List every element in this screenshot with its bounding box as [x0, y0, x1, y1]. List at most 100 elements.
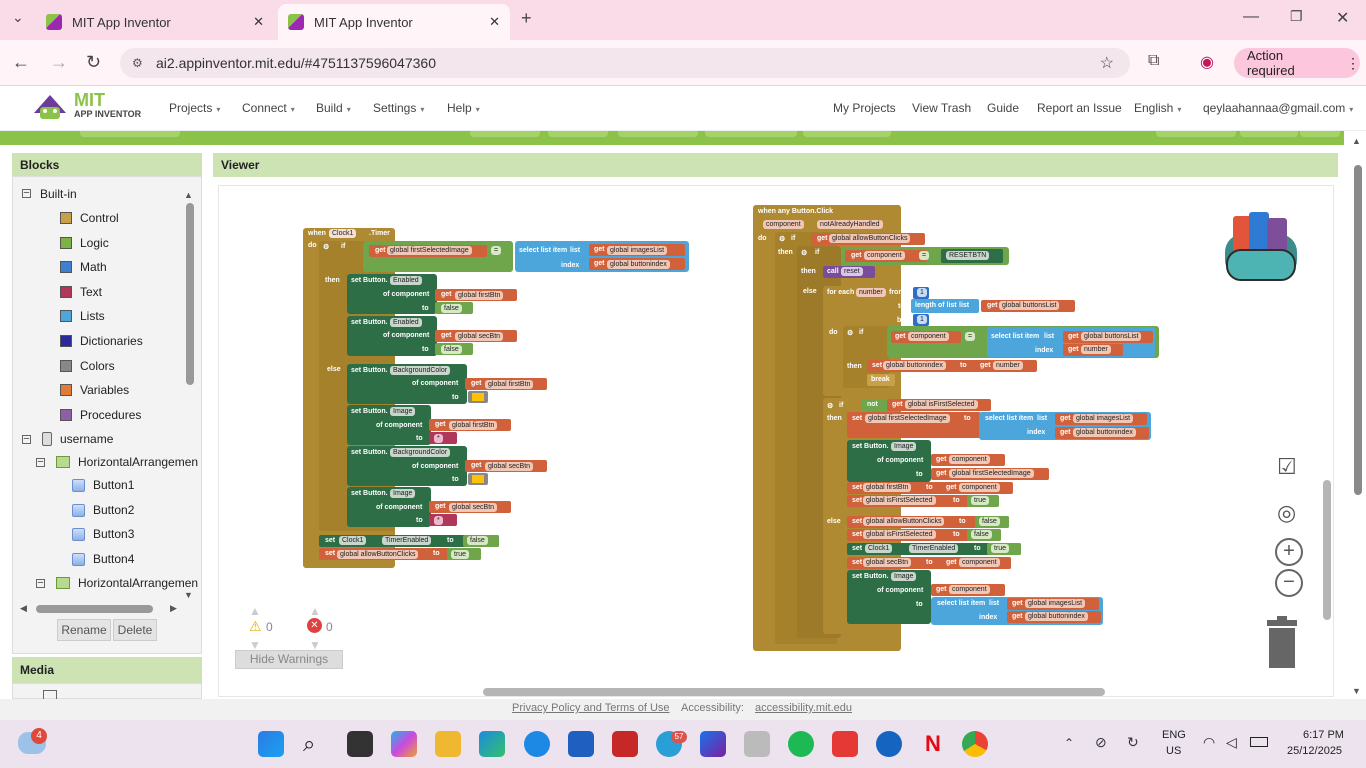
link-report-issue[interactable]: Report an Issue — [1037, 101, 1122, 115]
drawer-colors[interactable]: Colors — [60, 359, 115, 373]
forward-icon[interactable]: → — [50, 52, 68, 73]
toolbar-tab[interactable] — [470, 131, 540, 137]
language-us[interactable]: US — [1166, 745, 1181, 757]
color-block[interactable] — [468, 473, 488, 485]
tree-button3[interactable]: Button3 — [72, 527, 134, 541]
drawer-procedures[interactable]: Procedures — [60, 408, 141, 422]
close-tab-icon[interactable]: ✕ — [253, 14, 264, 30]
close-window-icon[interactable]: ✕ — [1336, 8, 1349, 28]
menu-help[interactable]: Help ▾ — [447, 101, 480, 115]
page-scroll-up-icon[interactable]: ▲ — [1352, 136, 1361, 146]
wifi-icon[interactable]: ◠ — [1203, 734, 1215, 751]
reload-icon[interactable]: ↻ — [86, 52, 101, 73]
bookmark-star-icon[interactable]: ☆ — [1100, 53, 1114, 73]
zoom-in-icon[interactable]: + — [1275, 538, 1303, 566]
drawer-dictionaries[interactable]: Dictionaries — [60, 334, 143, 348]
wps-office-icon[interactable] — [832, 731, 858, 757]
spotify-icon[interactable] — [788, 731, 814, 757]
tab-1[interactable]: MIT App Inventor ✕ — [36, 4, 274, 40]
battery-icon[interactable] — [1250, 737, 1268, 747]
network-off-icon[interactable]: ⊘ — [1095, 734, 1107, 751]
toolbar-tab[interactable] — [705, 131, 797, 137]
backpack-icon[interactable] — [1219, 206, 1303, 284]
error-prev-icon[interactable]: ▲ — [309, 604, 321, 618]
start-windows-icon[interactable] — [258, 731, 284, 757]
toolbar-tab[interactable] — [1156, 131, 1236, 137]
language-eng[interactable]: ENG — [1162, 729, 1186, 741]
url-bar[interactable]: ⚙ ai2.appinventor.mit.edu/#4751137596047… — [120, 48, 1130, 78]
copilot-icon[interactable] — [391, 731, 417, 757]
hide-warnings-button[interactable]: Hide Warnings — [235, 650, 343, 669]
zoom-out-icon[interactable]: − — [1275, 569, 1303, 597]
back-icon[interactable]: ← — [12, 52, 30, 73]
drawer-control[interactable]: Control — [60, 211, 119, 225]
toolbar-tab[interactable] — [80, 131, 180, 137]
toolbar-tab[interactable] — [548, 131, 608, 137]
show-hidden-icons-icon[interactable]: ⌃ — [1064, 736, 1074, 750]
microsoft-365-icon[interactable] — [700, 731, 726, 757]
workspace-vertical-scrollbar[interactable] — [1323, 480, 1331, 620]
menu-projects[interactable]: Projects ▾ — [169, 101, 220, 115]
app-inventor-logo-icon[interactable] — [30, 89, 70, 119]
tree-horizontal-arrangement-2[interactable]: HorizontalArrangemen — [56, 576, 198, 590]
tab-search-icon[interactable]: ⌄ — [12, 9, 24, 26]
link-guide[interactable]: Guide — [987, 101, 1019, 115]
warning-prev-icon[interactable]: ▲ — [249, 604, 261, 618]
collapse-icon[interactable]: − — [36, 578, 45, 589]
task-view-icon[interactable] — [347, 731, 373, 757]
tree-button4[interactable]: Button4 — [72, 552, 134, 566]
chrome-icon[interactable] — [962, 731, 988, 757]
drawer-lists[interactable]: Lists — [60, 309, 105, 323]
mcafee-icon[interactable] — [612, 731, 638, 757]
edge-icon[interactable] — [479, 731, 505, 757]
hp-icon[interactable] — [876, 731, 902, 757]
close-tab-icon[interactable]: ✕ — [489, 14, 500, 30]
collapse-icon[interactable]: − — [22, 434, 31, 445]
color-block[interactable] — [468, 391, 488, 403]
clock-time[interactable]: 6:17 PM — [1303, 729, 1344, 741]
toolbar-tab[interactable] — [803, 131, 891, 137]
drawer-logic[interactable]: Logic — [60, 236, 109, 250]
menu-connect[interactable]: Connect ▾ — [242, 101, 295, 115]
netflix-icon[interactable]: N — [920, 731, 946, 757]
drawer-text[interactable]: Text — [60, 285, 102, 299]
scroll-down-icon[interactable]: ▼ — [184, 590, 193, 600]
privacy-link[interactable]: Privacy Policy and Terms of Use — [512, 702, 670, 714]
sync-icon[interactable]: ↻ — [1127, 734, 1139, 751]
tree-horizontal-scrollbar[interactable] — [36, 605, 153, 613]
minimize-icon[interactable]: — — [1243, 8, 1259, 26]
tree-button2[interactable]: Button2 — [72, 503, 134, 517]
toolbar-tab[interactable] — [618, 131, 698, 137]
tree-button1[interactable]: Button1 — [72, 478, 134, 492]
trash-icon[interactable] — [1265, 616, 1299, 668]
tree-builtin[interactable]: Built-in — [40, 187, 77, 201]
collapse-icon[interactable]: − — [36, 457, 45, 468]
profile-icon[interactable]: ◉ — [1200, 52, 1214, 72]
microsoft-store-icon[interactable] — [568, 731, 594, 757]
link-view-trash[interactable]: View Trash — [912, 101, 971, 115]
toolbar-tab[interactable] — [1240, 131, 1298, 137]
accessibility-link[interactable]: accessibility.mit.edu — [755, 702, 852, 714]
search-icon[interactable]: ⌕ — [303, 731, 329, 757]
cleanup-checklist-icon[interactable]: ☑ — [1277, 454, 1297, 480]
extensions-icon[interactable]: ⧉ — [1148, 52, 1159, 70]
new-tab-icon[interactable]: + — [521, 8, 532, 29]
menu-dots-icon[interactable]: ⋮ — [1346, 55, 1360, 72]
file-explorer-icon[interactable] — [435, 731, 461, 757]
toolbar-tab[interactable] — [1300, 131, 1340, 137]
menu-build[interactable]: Build ▾ — [316, 101, 351, 115]
site-info-icon[interactable]: ⚙ — [132, 56, 143, 70]
volume-icon[interactable]: ◁ — [1226, 734, 1237, 751]
page-vertical-scrollbar[interactable] — [1354, 165, 1362, 495]
if-not-first-selected-block[interactable] — [823, 398, 849, 634]
tree-horizontal-arrangement-1[interactable]: HorizontalArrangemen — [56, 455, 198, 469]
recenter-target-icon[interactable]: ◎ — [1277, 500, 1296, 526]
drawer-math[interactable]: Math — [60, 260, 107, 274]
scroll-up-icon[interactable]: ▲ — [184, 190, 193, 200]
language-menu[interactable]: English ▾ — [1134, 101, 1181, 115]
action-required-button[interactable]: Action required ⋮ — [1234, 48, 1360, 78]
blocks-workspace[interactable]: when Clock1 .Timer do ⚙ if get global fi… — [218, 185, 1334, 697]
workspace-horizontal-scrollbar[interactable] — [483, 688, 1105, 696]
get-help-icon[interactable] — [524, 731, 550, 757]
menu-settings[interactable]: Settings ▾ — [373, 101, 424, 115]
